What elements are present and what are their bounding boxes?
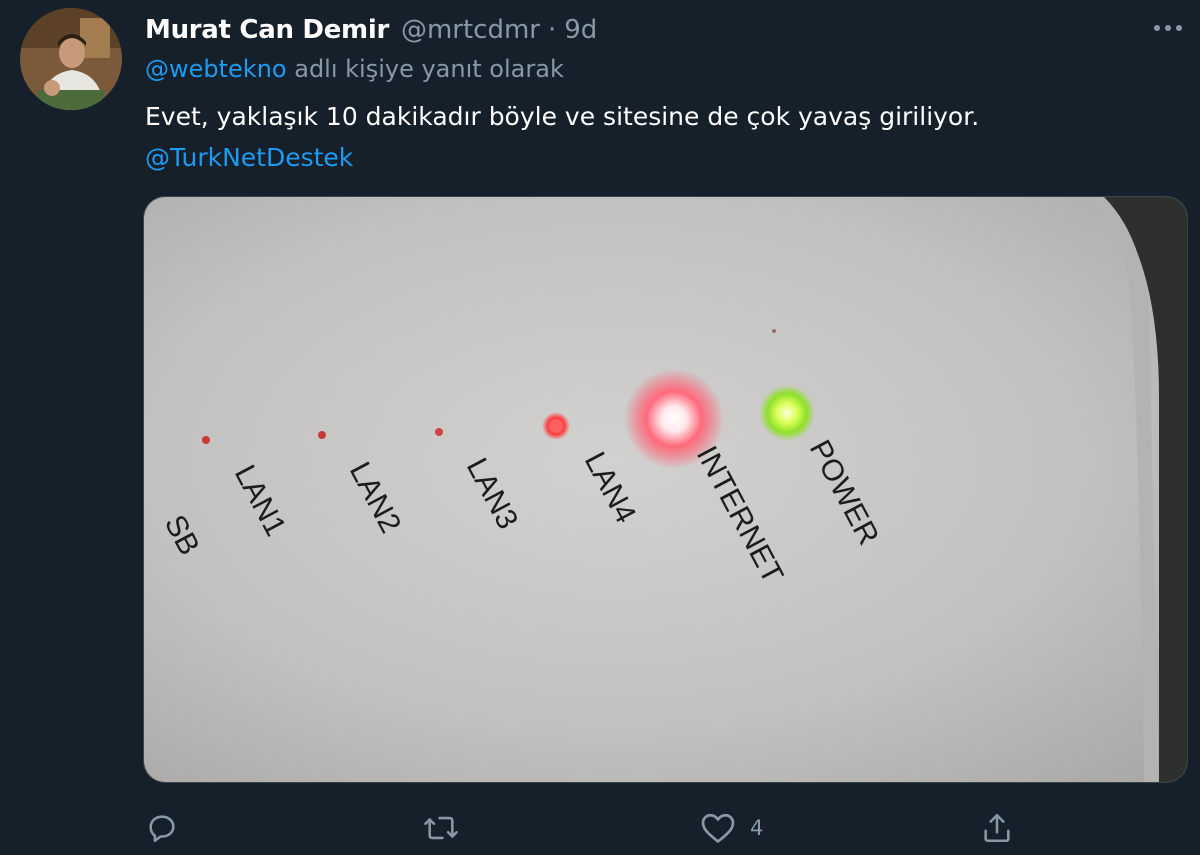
router-photo: SB LAN1 LAN2 LAN3 LAN4 INTERNET POWER [144, 197, 1187, 782]
like-count: 4 [750, 816, 764, 840]
tweet: Murat Can Demir @mrtcdmr · 9d @webtekno … [0, 0, 1200, 855]
author-handle[interactable]: @mrtcdmr [401, 15, 540, 45]
reply-button[interactable] [145, 808, 179, 848]
profile-photo-icon [20, 8, 122, 110]
tweet-actions: 4 [0, 800, 1200, 855]
avatar[interactable] [20, 8, 122, 110]
tweet-body-line: Evet, yaklaşık 10 dakikadır böyle ve sit… [145, 102, 980, 131]
reply-mention-link[interactable]: @webtekno [145, 55, 287, 83]
more-options-button[interactable] [1150, 14, 1186, 42]
author-name[interactable]: Murat Can Demir [145, 15, 389, 45]
reply-context-text: adlı kişiye yanıt olarak [286, 55, 564, 83]
retweet-button[interactable] [422, 808, 460, 848]
separator: · [548, 15, 557, 45]
retweet-icon [424, 816, 458, 840]
body-mention-link[interactable]: @TurkNetDestek [145, 137, 1145, 178]
share-icon [984, 813, 1010, 843]
like-button[interactable]: 4 [700, 808, 763, 848]
reply-icon [149, 815, 175, 843]
heart-icon [701, 813, 735, 843]
timestamp[interactable]: 9d [564, 15, 597, 45]
reply-context: @webtekno adlı kişiye yanıt olarak [145, 55, 564, 83]
tweet-photo[interactable]: SB LAN1 LAN2 LAN3 LAN4 INTERNET POWER [143, 196, 1188, 783]
tweet-text: Evet, yaklaşık 10 dakikadır böyle ve sit… [145, 96, 1145, 178]
tweet-header: Murat Can Demir @mrtcdmr · 9d [145, 10, 597, 50]
share-button[interactable] [980, 808, 1014, 848]
more-icon [1154, 25, 1182, 31]
